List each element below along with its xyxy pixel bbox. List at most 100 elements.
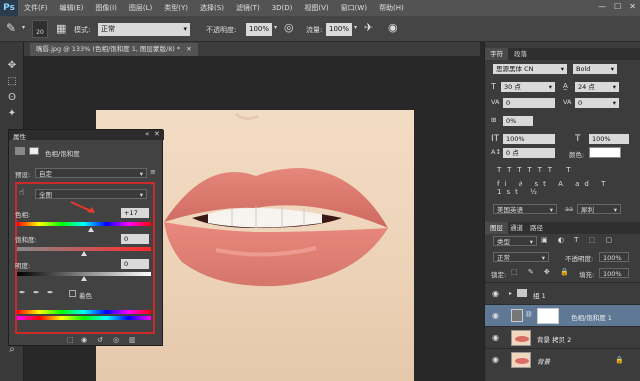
close-button[interactable]: ✕ [629,2,636,11]
brush-panel-icon[interactable]: ▦ [56,22,66,35]
lightness-slider-thumb[interactable] [81,276,87,281]
hue-input[interactable]: +17 [121,208,149,218]
menu-file[interactable]: 文件(F) [18,3,54,13]
colorize-checkbox[interactable] [69,290,76,297]
delete-icon[interactable]: ▥ [129,336,136,344]
lock-icons[interactable]: ⬚ ✎ ✥ 🔒 [511,268,573,276]
color-label: 颜色: [569,151,585,159]
visibility-eye-icon[interactable]: ◉ [492,333,502,343]
font-style-select[interactable]: Bold ▾ [573,64,617,74]
expand-arrow-icon[interactable]: ▸ [509,290,512,297]
lasso-tool-icon[interactable]: ʘ [4,90,20,106]
font-style-value: Bold [576,65,591,73]
brush-icon[interactable]: ✎ [6,21,16,35]
preset-menu-icon[interactable]: ≡ [150,168,156,176]
hue-slider-thumb[interactable] [87,227,94,232]
flow-input[interactable]: 100% [326,23,352,36]
collapse-icon[interactable]: « [145,130,149,138]
layer-row-group[interactable]: ◉ ▸ 组 1 [485,282,640,304]
document-tab-title: 嘴唇.jpg @ 133% (色相/饱和度 1, 图层蒙版/8) * [36,45,181,53]
menu-window[interactable]: 窗口(W) [335,3,373,13]
text-style-buttons[interactable]: TTTTTT T [497,166,637,174]
view-previous-icon[interactable]: ◉ [81,336,87,344]
menu-type[interactable]: 类型(Y) [158,3,194,13]
layer-mask-thumbnail[interactable] [537,308,559,324]
pressure-opacity-icon[interactable]: ◎ [284,21,294,34]
link-icon[interactable]: ⛓ [525,311,533,318]
menu-select[interactable]: 选择(S) [194,3,230,13]
baseline-value: 0 点 [506,149,519,157]
airbrush-icon[interactable]: ✈ [364,21,373,34]
leading-value: 24 点 [578,83,595,91]
brush-size-value: 20 [36,29,44,36]
blend-mode-select[interactable]: 正常 ▾ [493,252,549,262]
visibility-eye-icon[interactable]: ◉ [492,289,502,299]
baseline-input[interactable]: 0 点 [503,148,555,158]
clip-layer-icon[interactable]: ⬚ [67,336,74,344]
target-adjust-icon[interactable]: ☝ [19,188,24,198]
magic-wand-tool-icon[interactable]: ✦ [4,106,20,122]
reset-icon[interactable]: ↺ [97,336,103,344]
layer-row-adjustment[interactable]: ◉ ⛓ 色相/饱和度 1 [485,304,640,326]
saturation-input[interactable]: 0 [121,234,149,244]
pressure-size-icon[interactable]: ◉ [388,21,398,34]
font-family-select[interactable]: 思源黑体 CN ▾ [493,64,567,74]
panel-close-icon[interactable]: ✕ [154,130,160,138]
layer-opacity-input[interactable]: 100% [599,252,629,262]
flow-dropdown-icon[interactable]: ▾ [354,24,357,31]
maximize-button[interactable]: ☐ [614,2,621,11]
channel-select[interactable]: 全图 ▾ [35,189,147,199]
saturation-slider-thumb[interactable] [81,251,87,256]
mode-select[interactable]: 正常 ▾ [98,23,190,36]
eyedropper-plus-icon[interactable]: ✒ [33,288,40,297]
opacity-value: 100% [249,25,270,33]
opentype-buttons[interactable]: fi ∂ st A ad T 1st ½ [497,180,637,196]
layer-filter-select[interactable]: 类型 ▾ [493,236,537,246]
lightness-input[interactable]: 0 [121,259,149,269]
language-select[interactable]: 美国英语 ▾ [493,204,557,214]
adjustment-layer-icon [511,309,523,322]
menu-edit[interactable]: 编辑(E) [54,3,90,13]
tab-character[interactable]: 字符 [485,48,508,60]
menu-filter[interactable]: 滤镜(T) [230,3,266,13]
right-dock: 字符 段落 思源黑体 CN ▾ Bold ▾ T 30 点 ▾ A̲ 24 点 ▾ VA… [484,42,640,381]
eyedropper-icon[interactable]: ✒ [19,288,26,297]
horizontal-scale-value: 100% [592,135,611,143]
font-size-input[interactable]: 30 点 ▾ [501,82,555,92]
visibility-eye-icon[interactable]: ◉ [492,355,502,365]
vertical-scale-input[interactable]: 100% [503,134,555,144]
leading-input[interactable]: 24 点 ▾ [575,82,619,92]
tab-paragraph[interactable]: 段落 [509,48,532,60]
fill-input[interactable]: 100% [599,268,629,278]
text-color-swatch[interactable] [589,147,621,158]
layer-row-background[interactable]: ◉ 背景 🔒 [485,348,640,370]
opacity-dropdown-icon[interactable]: ▾ [274,24,277,31]
visibility-icon[interactable]: ◎ [113,336,119,344]
preset-select[interactable]: 自定 ▾ [35,168,147,178]
tracking-input[interactable]: 0 ▾ [575,98,619,108]
hue-slider-track[interactable] [17,222,151,226]
document-tab[interactable]: 嘴唇.jpg @ 133% (色相/饱和度 1, 图层蒙版/8) * ✕ [30,43,198,56]
menu-image[interactable]: 图像(I) [89,3,123,13]
brush-size-picker[interactable]: 20 [32,20,48,38]
layer-row-bg-copy[interactable]: ◉ 背景 拷贝 2 [485,326,640,348]
opacity-input[interactable]: 100% [246,23,272,36]
mask-icon[interactable] [29,147,39,155]
menu-3d[interactable]: 3D(D) [266,4,299,12]
antialias-select[interactable]: 犀利 ▾ [577,204,621,214]
eyedropper-minus-icon[interactable]: ✒ [47,288,54,297]
marquee-tool-icon[interactable]: ⬚ [4,74,20,90]
menu-view[interactable]: 视图(V) [298,3,334,13]
scale-input[interactable]: 0% [503,116,533,126]
menu-help[interactable]: 帮助(H) [373,3,410,13]
visibility-eye-icon[interactable]: ◉ [492,311,502,321]
minimize-button[interactable]: — [598,2,606,11]
kerning-input[interactable]: 0 [503,98,555,108]
move-tool-icon[interactable]: ✥ [4,58,20,74]
tab-paths[interactable]: 路径 [525,222,548,234]
horizontal-scale-input[interactable]: 100% [589,134,629,144]
menu-layer[interactable]: 图层(L) [123,3,158,13]
layer-filter-icons[interactable]: ▣ ◐ T ⬚ ▢ [541,236,616,244]
tab-close-icon[interactable]: ✕ [186,45,191,53]
chevron-down-icon[interactable]: ▾ [22,24,25,31]
